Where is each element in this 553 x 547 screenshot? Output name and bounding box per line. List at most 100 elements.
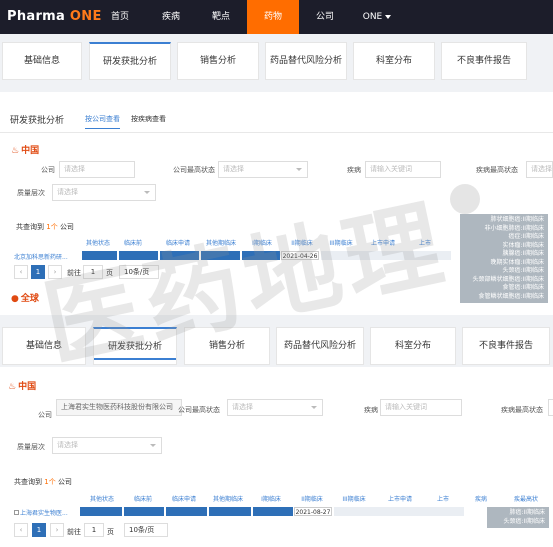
- page-button[interactable]: 1: [32, 523, 46, 537]
- tab-department[interactable]: 科室分布: [353, 42, 435, 80]
- disease-status-select[interactable]: [548, 399, 553, 416]
- col-header: I期临床: [261, 496, 281, 503]
- tab-rd-approval[interactable]: 研发获批分析: [93, 327, 177, 365]
- nav-drug[interactable]: 药物: [247, 0, 299, 34]
- stage-bar: [242, 251, 280, 260]
- company-select[interactable]: 上海君实生物医药科技股份有限公司: [56, 399, 182, 416]
- stage-bar: [119, 251, 158, 260]
- row-company[interactable]: 北京加科思新药研...: [14, 252, 68, 261]
- tab-substitute-risk[interactable]: 药品替代风险分析: [276, 327, 364, 365]
- col-header: II期临床: [291, 240, 313, 247]
- top-nav: Pharma ONE 首页 疾病 靶点 药物 公司 ONE: [0, 0, 553, 34]
- page-unit: 页: [106, 269, 113, 277]
- company-status-select[interactable]: 请选择: [227, 399, 323, 416]
- section-title: 研发获批分析: [10, 116, 65, 126]
- watermark-globe: [450, 184, 480, 214]
- flag-icon: ♨: [11, 146, 20, 156]
- globe-icon: ●: [11, 294, 19, 304]
- goto-label: 前往: [67, 269, 81, 277]
- label-company-status: 公司最高状态: [178, 406, 220, 414]
- chevron-down-icon: [311, 406, 317, 409]
- chevron-down-icon: [144, 191, 150, 194]
- nav-target[interactable]: 靶点: [200, 0, 242, 34]
- label-company-status: 公司最高状态: [173, 166, 215, 174]
- label-disease-status: 疾病最高状态: [501, 406, 543, 414]
- divider: [0, 132, 553, 133]
- col-header: 临床申请: [171, 496, 196, 503]
- nav-home[interactable]: 首页: [100, 0, 140, 34]
- next-page-button[interactable]: ›: [50, 523, 64, 537]
- region-china-2: ♨ 中国: [8, 382, 37, 392]
- col-header: 上市: [418, 240, 431, 247]
- company-select[interactable]: 请选择: [59, 161, 135, 178]
- col-header: 其他状态: [89, 496, 114, 503]
- col-header: 临床前: [123, 240, 142, 247]
- stage-date[interactable]: 2021-04-26: [281, 251, 319, 260]
- page-unit: 页: [107, 528, 114, 536]
- tab-sales[interactable]: 销售分析: [177, 42, 259, 80]
- disease-status-select[interactable]: 请选择: [526, 161, 553, 178]
- col-header: 上市: [436, 496, 449, 503]
- page-size-select[interactable]: 10条/页: [124, 523, 168, 537]
- col-header: 临床前: [133, 496, 152, 503]
- stage-bar: [253, 507, 293, 516]
- stage-bar-empty: [321, 251, 451, 260]
- page-button[interactable]: 1: [31, 265, 45, 279]
- active-underline: [94, 358, 176, 360]
- next-page-button[interactable]: ›: [48, 265, 62, 279]
- label-company: 公司: [41, 166, 55, 174]
- page-input[interactable]: 1: [83, 265, 103, 279]
- col-header: 其他状态: [85, 240, 110, 247]
- tab-substitute-risk[interactable]: 药品替代风险分析: [265, 42, 347, 80]
- tab-department[interactable]: 科室分布: [370, 327, 456, 365]
- col-header: II期临床: [301, 496, 323, 503]
- nav-disease[interactable]: 疾病: [150, 0, 192, 34]
- label-disease: 疾病: [347, 166, 361, 174]
- goto-label: 前往: [67, 528, 81, 536]
- prev-page-button[interactable]: ‹: [14, 523, 28, 537]
- quality-select[interactable]: 请选择: [52, 437, 162, 454]
- stage-bar: [166, 507, 207, 516]
- tab-basic[interactable]: 基础信息: [2, 42, 82, 80]
- chevron-down-icon: [385, 14, 392, 19]
- stage-bar: [209, 507, 251, 516]
- result-count: 共查询到 1个 公司: [16, 223, 74, 231]
- col-header: III期临床: [342, 496, 366, 503]
- page-size-select[interactable]: 10条/页: [119, 265, 159, 279]
- row-company[interactable]: 上海君实生物医...: [14, 508, 68, 517]
- user-menu[interactable]: ONE: [352, 0, 402, 34]
- tab-sales[interactable]: 销售分析: [184, 327, 270, 365]
- expand-icon[interactable]: [14, 510, 19, 515]
- subtab-by-company[interactable]: 按公司查看: [85, 114, 120, 129]
- col-header: I期临床: [252, 240, 272, 247]
- col-header: 疾病: [474, 496, 487, 503]
- stage-tooltip: 肺状细胞癌:II期临床 非小细胞肺癌:II期临床 癌症:II期临床 实体瘤:II期临床…: [460, 214, 548, 303]
- tab-rd-approval[interactable]: 研发获批分析: [89, 42, 171, 80]
- company-status-select[interactable]: 请选择: [218, 161, 308, 178]
- disease-input[interactable]: 请输入关键词: [365, 161, 441, 178]
- quality-select[interactable]: 请选择: [52, 184, 156, 201]
- nav-company[interactable]: 公司: [305, 0, 345, 34]
- prev-page-button[interactable]: ‹: [14, 265, 28, 279]
- disease-input[interactable]: 请输入关键词: [380, 399, 462, 416]
- tab-basic[interactable]: 基础信息: [2, 327, 86, 365]
- tab-adverse-events[interactable]: 不良事件报告: [462, 327, 550, 365]
- col-header: 临床申请: [165, 240, 190, 247]
- subtab-by-disease[interactable]: 按疾病查看: [131, 114, 166, 124]
- tab-adverse-events[interactable]: 不良事件报告: [441, 42, 527, 80]
- flag-icon: ♨: [8, 382, 17, 392]
- logo[interactable]: Pharma ONE: [7, 9, 102, 24]
- label-disease: 疾病: [364, 406, 378, 414]
- stage-bar-empty: [334, 507, 464, 516]
- col-header: 其他期临床: [205, 240, 236, 247]
- col-header: 上市申请: [370, 240, 395, 247]
- stage-date[interactable]: 2021-08-27: [294, 507, 332, 516]
- region-china: ♨ 中国: [11, 146, 40, 156]
- stage-bar: [201, 251, 240, 260]
- chevron-down-icon: [296, 168, 302, 171]
- page-input[interactable]: 1: [84, 523, 104, 537]
- stage-bar: [124, 507, 164, 516]
- col-header: III期临床: [329, 240, 353, 247]
- col-header: 其他期临床: [212, 496, 243, 503]
- label-quality: 质量层次: [17, 443, 45, 451]
